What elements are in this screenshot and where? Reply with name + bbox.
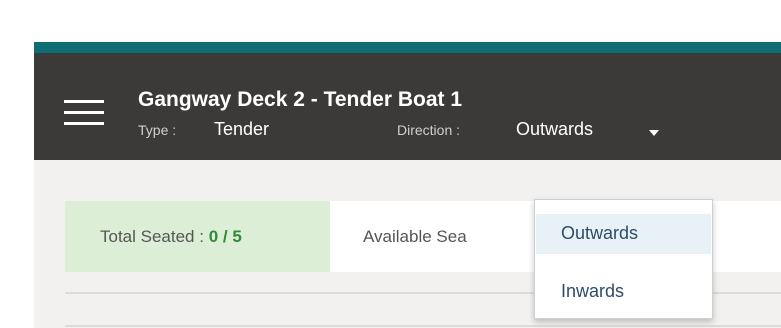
divider bbox=[65, 325, 781, 327]
app-frame: Gangway Deck 2 - Tender Boat 1 Type : Te… bbox=[34, 42, 781, 328]
total-seated-cell: Total Seated : 0 / 5 bbox=[65, 201, 330, 272]
direction-option-inwards[interactable]: Inwards bbox=[536, 272, 711, 312]
type-value: Tender bbox=[214, 119, 270, 139]
direction-option-outwards[interactable]: Outwards bbox=[536, 214, 711, 254]
header: Gangway Deck 2 - Tender Boat 1 Type : Te… bbox=[34, 53, 781, 160]
total-seated-label: Total Seated : bbox=[100, 227, 204, 246]
accent-bar bbox=[34, 42, 781, 53]
available-seats-label: Available Sea bbox=[363, 227, 467, 246]
caret-down-icon[interactable] bbox=[649, 130, 659, 136]
total-seated-text: Total Seated : 0 / 5 bbox=[100, 227, 242, 247]
type-label: Type : bbox=[138, 122, 177, 138]
direction-label: Direction : bbox=[397, 122, 461, 138]
direction-dropdown-menu: Outwards Inwards bbox=[534, 199, 713, 319]
page-title: Gangway Deck 2 - Tender Boat 1 bbox=[138, 88, 463, 111]
hamburger-menu-icon[interactable] bbox=[64, 100, 104, 126]
direction-select[interactable]: Outwards bbox=[516, 119, 593, 140]
total-seated-value: 0 / 5 bbox=[208, 227, 242, 246]
